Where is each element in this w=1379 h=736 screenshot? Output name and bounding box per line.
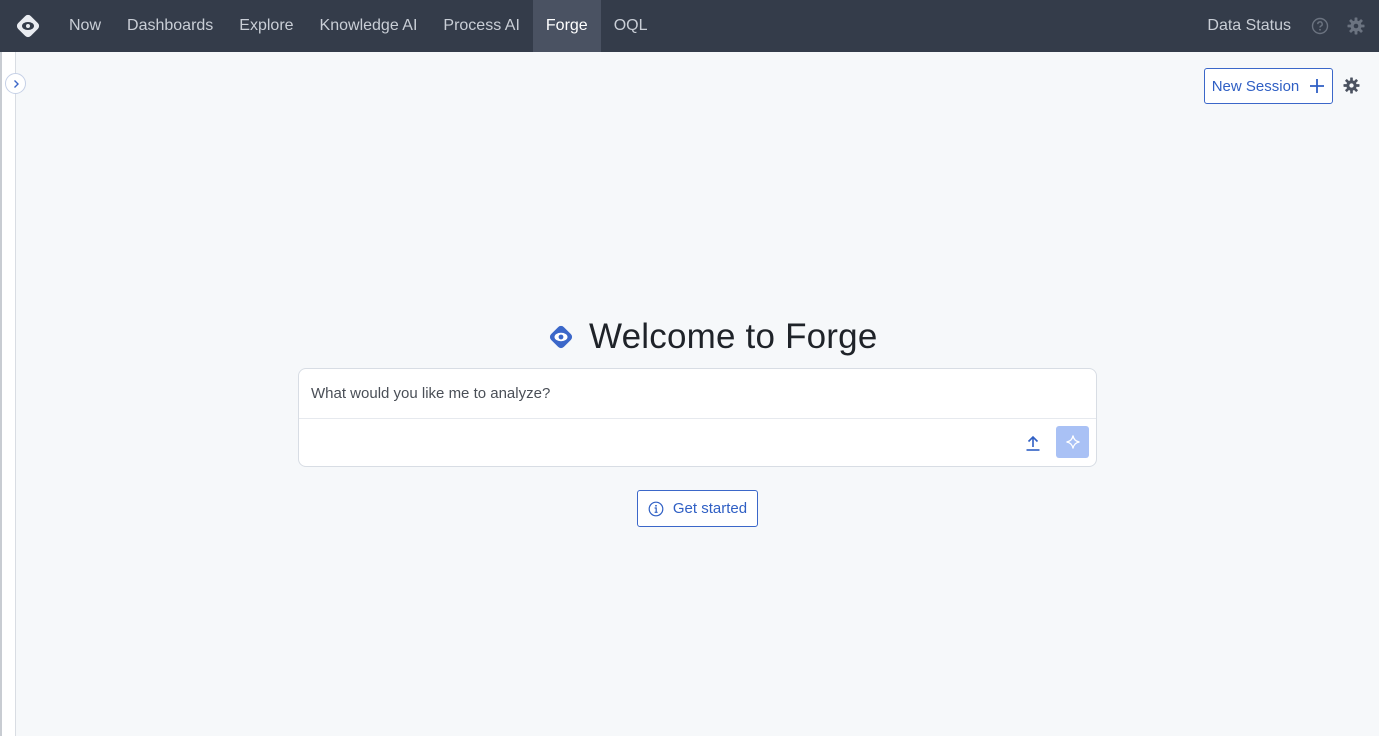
nav-item-process-ai[interactable]: Process AI (430, 0, 532, 52)
gear-icon[interactable] (1347, 17, 1365, 35)
new-session-button[interactable]: New Session (1204, 68, 1333, 104)
get-started-label: Get started (672, 500, 748, 517)
app-logo-icon[interactable] (0, 0, 56, 52)
sparkle-icon (1065, 435, 1080, 449)
collapsed-sidebar (0, 52, 16, 736)
submit-button[interactable] (1056, 426, 1089, 458)
sidebar-edge (0, 52, 2, 736)
nav-item-knowledge-ai[interactable]: Knowledge AI (307, 0, 431, 52)
prompt-box (298, 368, 1097, 467)
get-started-button[interactable]: Get started (637, 490, 758, 527)
nav-item-explore[interactable]: Explore (226, 0, 306, 52)
top-navigation-bar: Now Dashboards Explore Knowledge AI Proc… (0, 0, 1379, 52)
nav-item-forge[interactable]: Forge (532, 0, 601, 52)
forge-logo-icon (549, 325, 573, 349)
chevron-right-icon (13, 79, 19, 88)
new-session-label: New Session (1211, 77, 1300, 95)
sidebar-expand-button[interactable] (5, 73, 26, 94)
page-title: Welcome to Forge (589, 317, 878, 356)
nav-item-oql[interactable]: OQL (601, 0, 661, 52)
upload-icon (1026, 435, 1040, 451)
analyze-prompt-input[interactable] (299, 369, 1096, 419)
nav-item-dashboards[interactable]: Dashboards (114, 0, 226, 52)
nav-menu: Now Dashboards Explore Knowledge AI Proc… (56, 0, 660, 52)
help-icon[interactable] (1311, 17, 1329, 35)
info-icon (648, 501, 664, 516)
nav-item-now[interactable]: Now (56, 0, 114, 52)
nav-right-group: Data Status (1207, 0, 1379, 52)
gear-icon[interactable] (1343, 77, 1360, 94)
plus-icon (1310, 79, 1325, 93)
welcome-heading: Welcome to Forge (546, 315, 878, 359)
upload-button[interactable] (1021, 431, 1045, 455)
data-status-link[interactable]: Data Status (1207, 17, 1291, 35)
